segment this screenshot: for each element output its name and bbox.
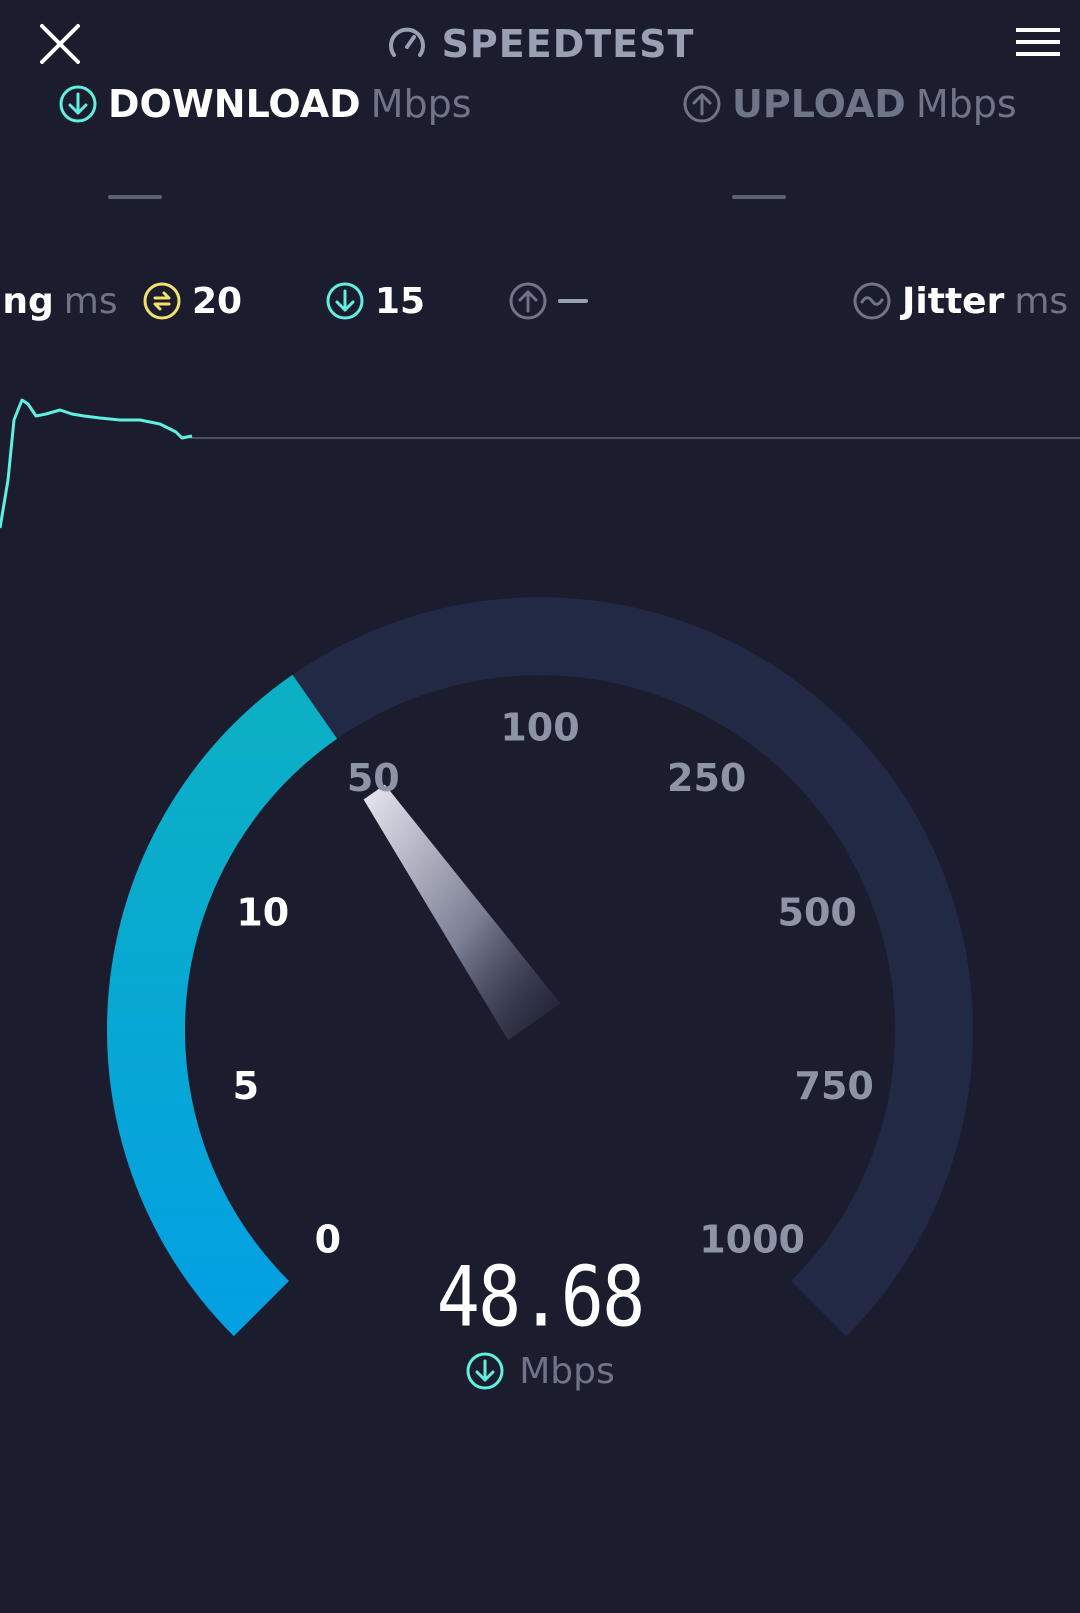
gauge-label-250: 250	[667, 756, 746, 800]
upload-label: UPLOAD	[732, 82, 906, 126]
download-label: DOWNLOAD	[108, 82, 361, 126]
ping-label: ing	[0, 280, 54, 322]
download-unit: Mbps	[370, 82, 472, 126]
gauge-label-750: 750	[795, 1064, 874, 1108]
jitter-unit: ms	[1014, 280, 1069, 322]
gauge-needle	[363, 784, 561, 1041]
menu-button[interactable]	[1014, 22, 1062, 62]
close-icon	[40, 24, 80, 64]
jitter-label: Jitter	[902, 280, 1005, 322]
download-arrow-icon	[466, 1352, 504, 1390]
current-speed-unit: Mbps	[519, 1350, 615, 1392]
ping-download: 15	[325, 276, 425, 326]
upload-value-placeholder	[732, 195, 786, 199]
app-brand: SPEEDTEST	[0, 14, 1080, 74]
speedtest-screen: SPEEDTEST DOWNLOAD Mbps UPLOAD Mbps ing	[0, 0, 1080, 1613]
download-arrow-icon	[59, 85, 97, 123]
upload-ping-icon	[509, 282, 547, 320]
idle-ping-icon	[143, 282, 181, 320]
hamburger-menu-icon	[1016, 28, 1060, 56]
ping-download-value: 15	[375, 280, 426, 322]
gauge-label-100: 100	[500, 706, 579, 750]
download-ping-icon	[326, 282, 364, 320]
ping-idle: 20	[142, 276, 242, 326]
upload-unit: Mbps	[915, 82, 1017, 126]
gauge-fill-arc	[107, 674, 338, 1337]
current-speed-unit-group: Mbps	[0, 1346, 1080, 1396]
brand-title: SPEEDTEST	[441, 22, 695, 66]
ping-unit: ms	[63, 280, 118, 322]
upload-arrow-icon	[683, 85, 721, 123]
upload-header: UPLOAD Mbps	[682, 74, 1017, 134]
close-button[interactable]	[36, 20, 84, 68]
speed-graph	[0, 398, 1080, 529]
gauge-label-5: 5	[233, 1064, 259, 1108]
ping-upload-placeholder	[558, 299, 588, 303]
ping-upload	[508, 276, 588, 326]
jitter-group: Jitter ms	[852, 276, 1068, 326]
download-header: DOWNLOAD Mbps	[58, 74, 472, 134]
gauge-labels: 0510501002505007501000	[233, 706, 874, 1262]
download-value-placeholder	[108, 195, 162, 199]
gauge-label-50: 50	[347, 756, 400, 800]
gauge-label-10: 10	[236, 891, 289, 935]
current-speed-value: 48.68	[436, 1248, 646, 1346]
speedometer-icon	[388, 27, 425, 57]
download-speed-line	[0, 398, 193, 529]
ping-label-group: ing ms	[0, 276, 118, 326]
jitter-wave-icon	[853, 282, 891, 320]
ping-idle-value: 20	[192, 280, 243, 322]
gauge-label-500: 500	[778, 891, 857, 935]
